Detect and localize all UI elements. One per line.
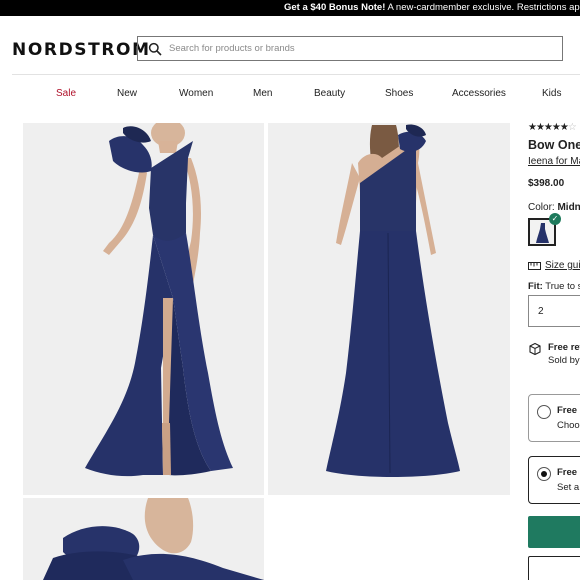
pickup-sub: Choos <box>557 420 580 431</box>
star-icon-filled: ★★★★ <box>528 122 561 133</box>
promo-text: A new-cardmember exclusive. Restrictions… <box>387 2 580 13</box>
nav-item-accessories[interactable]: Accessories <box>452 88 506 99</box>
nav-item-new[interactable]: New <box>117 88 137 99</box>
size-guide-label: Size guid <box>545 260 580 271</box>
free-returns-info: Free ret Sold by <box>528 341 580 369</box>
free-returns-title: Free ret <box>548 342 580 353</box>
product-image-back[interactable] <box>268 123 510 495</box>
nav-item-sale[interactable]: Sale <box>56 88 76 99</box>
category-nav: Sale New Women Men Beauty Shoes Accessor… <box>0 82 580 106</box>
color-value: Midnig <box>557 202 580 213</box>
pickup-option[interactable]: Free P Choos <box>528 394 580 442</box>
product-image-front[interactable] <box>23 123 264 495</box>
quantity-value: 2 <box>538 306 544 317</box>
fit-info: Fit: True to si <box>528 281 580 292</box>
add-to-wishlist-button[interactable] <box>528 556 580 580</box>
header-divider <box>12 74 580 75</box>
shipping-sub: Set a l <box>557 482 580 493</box>
rating-stars[interactable]: ★★★★★☆ <box>528 122 577 133</box>
nav-item-kids[interactable]: Kids <box>542 88 561 99</box>
shipping-option[interactable]: Free S Set a l <box>528 456 580 504</box>
search-input[interactable]: Search for products or brands <box>137 36 563 61</box>
nav-item-women[interactable]: Women <box>179 88 213 99</box>
search-placeholder: Search for products or brands <box>169 43 295 54</box>
fit-value: True to si <box>545 281 580 292</box>
ruler-icon <box>528 262 541 270</box>
nav-item-beauty[interactable]: Beauty <box>314 88 345 99</box>
sold-by-text: Sold by <box>548 355 580 366</box>
selected-check-icon: ✓ <box>549 213 561 225</box>
nav-item-shoes[interactable]: Shoes <box>385 88 413 99</box>
return-box-icon <box>529 342 541 356</box>
add-to-bag-button[interactable] <box>528 516 580 548</box>
pickup-title: Free P <box>557 405 580 416</box>
dress-front-illustration <box>23 123 264 495</box>
fit-label: Fit: <box>528 281 543 292</box>
shipping-radio[interactable] <box>537 467 551 481</box>
site-header: NORDSTROM Search for products or brands <box>0 16 580 74</box>
nav-item-men[interactable]: Men <box>253 88 272 99</box>
color-label: Color: Midnig <box>528 202 580 213</box>
star-icon-half: ★ <box>559 122 569 133</box>
star-icon-empty: ☆ <box>567 122 577 133</box>
product-title: Bow One <box>528 138 580 152</box>
nordstrom-logo[interactable]: NORDSTROM <box>12 40 151 60</box>
product-price: $398.00 <box>528 178 565 189</box>
product-details-panel: ★★★★★☆ Bow One Ieena for Ma $398.00 Colo… <box>528 122 580 580</box>
product-image-detail[interactable] <box>23 498 264 580</box>
pickup-radio[interactable] <box>537 405 551 419</box>
color-label-text: Color: <box>528 202 555 213</box>
promo-bold-text: Get a $40 Bonus Note! <box>284 2 386 13</box>
brand-link[interactable]: Ieena for Ma <box>528 156 580 167</box>
promo-banner[interactable]: Get a $40 Bonus Note! A new-cardmember e… <box>0 0 580 16</box>
shipping-title: Free S <box>557 467 580 478</box>
search-icon <box>148 42 162 56</box>
quantity-select[interactable]: 2 <box>528 295 580 327</box>
color-swatch[interactable]: ✓ <box>528 213 561 246</box>
dress-detail-illustration <box>23 498 264 580</box>
dress-back-illustration <box>268 123 510 495</box>
